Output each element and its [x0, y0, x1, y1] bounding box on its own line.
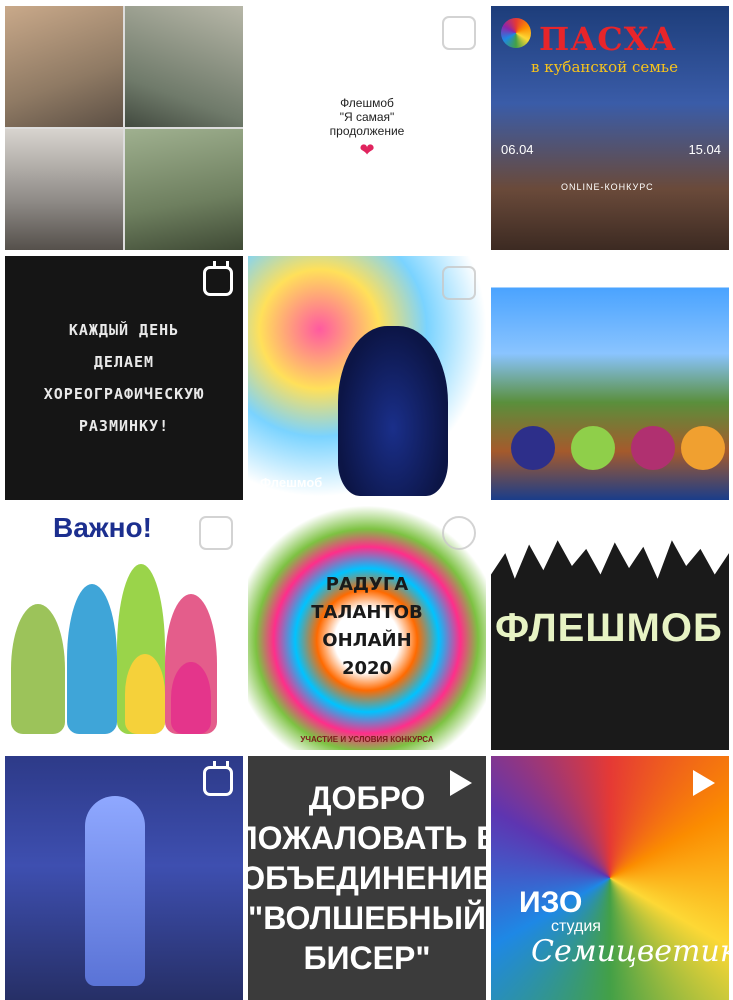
- post-text-line: продолжение: [329, 123, 405, 138]
- pear-shape: [681, 426, 725, 470]
- post-tile-flashmob-igtv[interactable]: Флешмоб: [248, 256, 486, 500]
- poster-title: Важно!: [53, 512, 152, 543]
- post-text-line: ДЕЛАЕМ: [93, 353, 155, 371]
- post-text-line: РАЗМИНКУ!: [78, 417, 170, 435]
- poster-date-end: 15.04: [688, 142, 721, 157]
- grandpa-figure: [11, 604, 65, 734]
- poster-date-start: 06.04: [501, 142, 534, 157]
- post-text-line: "Я самая": [339, 109, 395, 124]
- igtv-icon: [442, 16, 476, 50]
- post-tile-warmup-igtv[interactable]: КАЖДЫЙ ДЕНЬ ДЕЛАЕМ ХОРЕОГРАФИЧЕСКУЮ РАЗМ…: [5, 256, 243, 500]
- poster-line: ОНЛАЙН: [322, 630, 412, 651]
- post-tile-easter-poster[interactable]: ПАСХА в кубанской семье 06.04 15.04 ONLI…: [491, 6, 729, 250]
- rainbow-logo-icon: [501, 18, 531, 48]
- post-tile-photo-collage[interactable]: [5, 6, 243, 250]
- post-text-line: БИСЕР": [303, 940, 431, 976]
- grapes-shape: [511, 426, 555, 470]
- igtv-icon: [203, 266, 233, 296]
- play-icon: [450, 770, 472, 796]
- post-tile-dance-igtv[interactable]: [5, 756, 243, 1000]
- poster-title: ПАСХА: [539, 20, 677, 58]
- girl-figure: [171, 662, 211, 734]
- post-tile-raduga-poster[interactable]: РАДУГА ТАЛАНТОВ ОНЛАЙН 2020 УЧАСТИЕ И УС…: [248, 506, 486, 750]
- poster-footer: УЧАСТИЕ И УСЛОВИЯ КОНКУРСА: [300, 735, 434, 744]
- post-tile-important-poster[interactable]: Важно!: [5, 506, 243, 750]
- photo-kids-stretching: [5, 6, 123, 127]
- post-tile-flashmob-text[interactable]: Флешмоб "Я самая" продолжение ❤: [248, 6, 486, 250]
- igtv-icon: [199, 516, 233, 550]
- heart-icon: ❤: [359, 139, 375, 160]
- post-text-line: ХОРЕОГРАФИЧЕСКУЮ: [43, 385, 205, 403]
- dancer-figure: [85, 796, 145, 986]
- studio-signature: Семицветик: [531, 934, 729, 969]
- post-caption: Флешмоб: [260, 475, 323, 490]
- profile-post-grid: Флешмоб "Я самая" продолжение ❤ ПАСХА в …: [0, 0, 733, 1000]
- igtv-icon: [203, 766, 233, 796]
- fig-shape: [631, 426, 675, 470]
- mother-figure: [67, 584, 117, 734]
- post-text-line: КАЖДЫЙ ДЕНЬ: [68, 321, 180, 339]
- post-tile-izo-video[interactable]: ИЗО студия Семицветик: [491, 756, 729, 1000]
- post-text-line: ОБЪЕДИНЕНИЕ: [248, 860, 486, 896]
- play-icon: [693, 770, 715, 796]
- post-text-line: ДОБРО: [308, 780, 426, 816]
- poster-line: ТАЛАНТОВ: [311, 602, 423, 623]
- photo-child-exercise: [125, 6, 243, 127]
- poster-word: ФЛЕШМОБ: [495, 606, 723, 650]
- boy-figure: [125, 654, 165, 734]
- photo-child-dancing: [5, 129, 123, 250]
- dancer-silhouette: [338, 326, 448, 496]
- poster-note: ONLINE-КОНКУРС: [561, 182, 654, 192]
- poster-line: 2020: [341, 658, 393, 679]
- post-tile-bead-video[interactable]: ДОБРО ПОЖАЛОВАТЬ В ОБЪЕДИНЕНИЕ "ВОЛШЕБНЫ…: [248, 756, 486, 1000]
- studio-title: ИЗО: [519, 886, 583, 919]
- igtv-icon: [442, 266, 476, 300]
- photo-child-pose: [125, 129, 243, 250]
- post-tile-flashmob-crowd[interactable]: ФЛЕШМОБ: [491, 506, 729, 750]
- grapes-green-shape: [571, 426, 615, 470]
- post-text-line: Флешмоб: [340, 95, 394, 110]
- post-tile-painting[interactable]: [491, 256, 729, 500]
- post-text-line: ПОЖАЛОВАТЬ В: [248, 820, 486, 856]
- rainbow-logo-icon: [442, 516, 476, 550]
- poster-line: РАДУГА: [325, 574, 409, 595]
- post-text-line: "ВОЛШЕБНЫЙ: [248, 900, 486, 936]
- poster-subtitle: в кубанской семье: [531, 58, 678, 76]
- photo-collage: [5, 6, 243, 250]
